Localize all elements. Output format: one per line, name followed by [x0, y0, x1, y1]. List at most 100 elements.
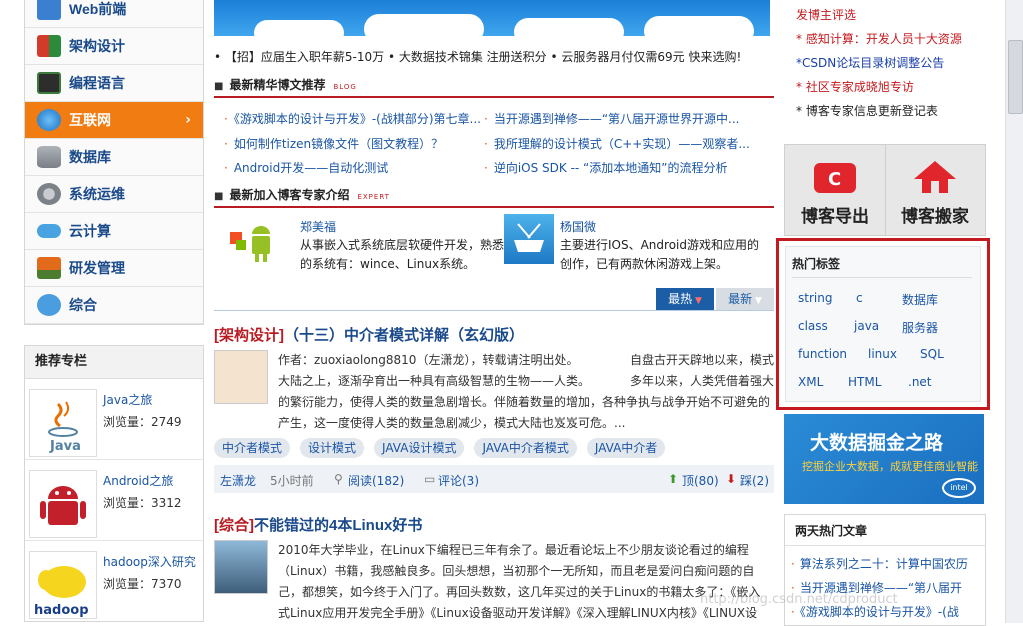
hot-tag[interactable]: string: [798, 291, 832, 305]
post-item: [架构设计]（十三）中介者模式详解（玄幻版）: [214, 324, 774, 345]
nav-item-internet[interactable]: 互联网 ›: [25, 102, 203, 139]
tag-pill[interactable]: JAVA中介者: [586, 438, 666, 458]
post-title[interactable]: [综合]不能错过的4本Linux好书: [214, 514, 774, 535]
tag-pill[interactable]: JAVA中介者模式: [474, 438, 577, 458]
bigdata-ad[interactable]: 大数据掘金之路 挖掘企业大数据，成就更佳商业智能 intel: [784, 414, 984, 504]
scrollbar-thumb[interactable]: [1008, 40, 1023, 114]
nav-label: 研发管理: [69, 260, 125, 276]
top-banner[interactable]: [214, 0, 770, 46]
hot-tag[interactable]: 数据库: [902, 291, 938, 308]
featured-header: ■ 最新精华博文推荐 BLOG: [214, 76, 774, 98]
vertical-scrollbar[interactable]: [1005, 0, 1023, 623]
tag-pill[interactable]: JAVA设计模式: [374, 438, 465, 458]
left-column: Web前端 架构设计 编程语言 互联网 › 数据库 系统运维 云计算 研发管理 …: [24, 0, 204, 622]
nav-item-architecture[interactable]: 架构设计: [25, 28, 203, 65]
hot-tag[interactable]: HTML: [848, 375, 881, 389]
svg-text:C: C: [828, 169, 841, 190]
nav-item-rd[interactable]: 研发管理: [25, 250, 203, 287]
tag-pill[interactable]: 中介者模式: [214, 438, 291, 458]
dot-icon: ·: [791, 605, 795, 619]
nav-item-programming[interactable]: 编程语言: [25, 65, 203, 102]
tag-pill[interactable]: 设计模式: [300, 438, 365, 458]
two-day-hot: 两天热门文章 · 算法系列之二十：计算中国农历 · 当开源遇到禅修——“第八届开 ·…: [784, 514, 986, 626]
announcement-link[interactable]: * 感知计算：开发人员十大资源: [796, 30, 962, 47]
divider: [785, 545, 985, 546]
arrow-down-icon: ▼: [692, 296, 702, 306]
recommend-heading: 推荐专栏: [25, 346, 203, 379]
experts-header: ■ 最新加入博客专家介绍 EXPERT: [214, 186, 774, 208]
nav-item-ops[interactable]: 系统运维: [25, 176, 203, 213]
cloud-shape: [254, 20, 344, 46]
recommend-title[interactable]: hadoop深入研究: [103, 553, 196, 570]
featured-link[interactable]: · 如何制作tizen镜像文件（图文教程）？: [224, 135, 443, 152]
announcement-link[interactable]: 发博主评选: [796, 6, 856, 23]
hot-tag[interactable]: linux: [868, 347, 897, 361]
code-screen-icon: [37, 72, 61, 94]
hadoop-logo-icon[interactable]: hadoop: [29, 551, 97, 619]
expert-name[interactable]: 郑美福: [300, 218, 336, 235]
post-avatar[interactable]: [214, 540, 268, 594]
nav-label: 数据库: [69, 149, 111, 165]
hot-tag[interactable]: class: [798, 319, 828, 333]
android-logo-icon[interactable]: [29, 470, 97, 538]
hot-tag[interactable]: XML: [798, 375, 823, 389]
hot-tag[interactable]: 服务器: [902, 319, 938, 336]
thumb-down-icon: ⬇: [726, 472, 737, 486]
expert-card[interactable]: 杨国微 主要进行IOS、Android游戏和应用的创作，已有两款休闲游戏上架。: [504, 214, 784, 274]
recommend-title[interactable]: Java之旅: [103, 391, 152, 408]
post-comments[interactable]: 评论(3): [438, 472, 479, 489]
bullet-icon: ■: [214, 81, 224, 92]
ad-subtitle: 挖掘企业大数据，成就更佳商业智能: [802, 460, 978, 473]
globe-icon: [37, 109, 61, 131]
dot-icon: ·: [224, 137, 228, 151]
java-logo-icon[interactable]: Java: [29, 389, 97, 457]
hot-tag[interactable]: .net: [908, 375, 932, 389]
nav-item-web[interactable]: Web前端: [25, 0, 203, 28]
nav-item-cloud[interactable]: 云计算: [25, 213, 203, 250]
featured-link[interactable]: · 我所理解的设计模式（C++实现）——观察者...: [484, 135, 750, 152]
post-up[interactable]: 顶(80): [682, 472, 719, 489]
recommend-views: 浏览量：3312: [103, 496, 182, 510]
post-meta: 左潇龙 5小时前 ⚲ 阅读(182) ▭ 评论(3) ⬆ 顶(80) ⬇ 踩(2…: [214, 465, 774, 493]
ad-text-line[interactable]: • 【招】应届生入职年薪5-10万 • 大数据技术锦集 注册送积分 • 云服务器…: [214, 48, 741, 65]
post-avatar[interactable]: [214, 350, 268, 404]
blog-move-button[interactable]: 博客搬家: [885, 145, 985, 235]
tab-new[interactable]: 最新 ▼: [716, 288, 774, 310]
post-title[interactable]: [架构设计]（十三）中介者模式详解（玄幻版）: [214, 324, 774, 345]
nav-item-database[interactable]: 数据库: [25, 139, 203, 176]
tab-hot[interactable]: 最热 ▼: [656, 288, 714, 310]
recommend-title[interactable]: Android之旅: [103, 472, 173, 489]
nav-label: 云计算: [69, 223, 111, 239]
featured-link[interactable]: · 《游戏脚本的设计与开发》-(战棋部分)第七章...: [224, 110, 481, 127]
featured-link[interactable]: · 当开源遇到禅修——“第八届开源世界开源中...: [484, 110, 740, 127]
hot-tags-box: 热门标签 string c 数据库 class java 服务器 functio…: [776, 238, 990, 410]
announcement-link[interactable]: *CSDN论坛目录树调整公告: [796, 54, 944, 71]
post-author[interactable]: 左潇龙: [220, 472, 256, 489]
expert-name[interactable]: 杨国微: [560, 218, 596, 235]
hot-tag[interactable]: function: [798, 347, 847, 361]
database-icon: [37, 146, 61, 168]
nav-label: Web前端: [69, 1, 127, 17]
hot-tag[interactable]: c: [856, 291, 863, 305]
blog-export-button[interactable]: C 博客导出: [785, 145, 886, 235]
post-down[interactable]: 踩(2): [740, 472, 769, 489]
recommend-item[interactable]: Java Java之旅 浏览量：2749: [25, 379, 203, 460]
ad-title: 大数据掘金之路: [810, 432, 944, 454]
house-icon: [914, 161, 956, 193]
android-avatar-icon[interactable]: [228, 214, 278, 264]
hot-tag[interactable]: SQL: [920, 347, 944, 361]
hot-tag[interactable]: java: [854, 319, 879, 333]
recommend-item[interactable]: Android之旅 浏览量：3312: [25, 460, 203, 541]
nav-item-general[interactable]: 综合: [25, 287, 203, 324]
featured-link[interactable]: · Android开发——自动化测试: [224, 159, 388, 176]
nav-label: 综合: [69, 297, 97, 313]
expert-card[interactable]: 郑美福 从事嵌入式系统底层软硬件开发，熟悉的系统有：wince、Linux系统。: [228, 214, 508, 274]
announcement-link[interactable]: * 博客专家信息更新登记表: [796, 102, 938, 119]
announcement-link[interactable]: * 社区专家成晓旭专访: [796, 78, 914, 95]
featured-link[interactable]: · 逆向iOS SDK -- “添加本地通知”的流程分析: [484, 159, 728, 176]
post-reads[interactable]: 阅读(182): [348, 472, 404, 489]
recommend-item[interactable]: hadoop hadoop深入研究 浏览量：7370: [25, 541, 203, 621]
game-avatar-icon[interactable]: [504, 214, 554, 264]
blocks-icon: [37, 35, 61, 57]
two-day-link[interactable]: · 算法系列之二十：计算中国农历: [791, 555, 968, 572]
